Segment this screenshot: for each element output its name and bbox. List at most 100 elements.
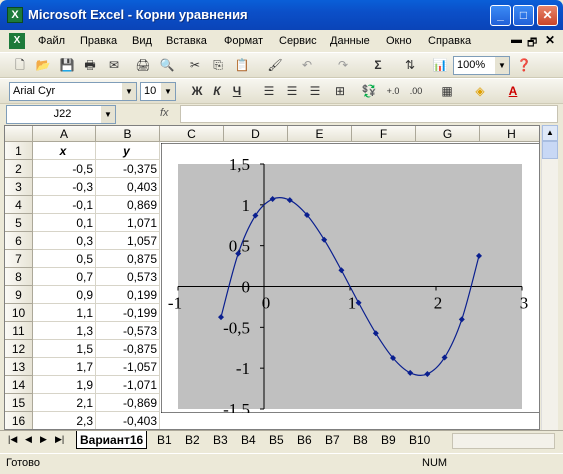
cell-y[interactable]: -1,071: [96, 376, 160, 394]
row-header[interactable]: 13: [5, 358, 33, 376]
horizontal-scrollbar[interactable]: [452, 433, 555, 449]
row-header[interactable]: 12: [5, 340, 33, 358]
print-preview-icon[interactable]: 🔍: [157, 55, 177, 75]
zoom-combo[interactable]: 100% ▼: [453, 56, 510, 75]
select-all-corner[interactable]: [5, 126, 33, 142]
scroll-thumb[interactable]: [542, 141, 558, 159]
header-y[interactable]: y: [96, 142, 160, 160]
fx-icon[interactable]: fx: [160, 107, 169, 119]
header-x[interactable]: x: [33, 142, 96, 160]
cell-y[interactable]: -0,573: [96, 322, 160, 340]
chevron-down-icon[interactable]: ▼: [122, 83, 136, 100]
chevron-down-icon[interactable]: ▼: [101, 106, 115, 123]
cell-x[interactable]: -0,3: [33, 178, 96, 196]
align-center-icon[interactable]: ☰: [282, 81, 302, 101]
cell-y[interactable]: 0,573: [96, 268, 160, 286]
cell-y[interactable]: -0,869: [96, 394, 160, 412]
menu-data[interactable]: Данные: [330, 35, 370, 47]
menu-view[interactable]: Вид: [132, 35, 152, 47]
cell-y[interactable]: 0,869: [96, 196, 160, 214]
cell-x[interactable]: 0,5: [33, 250, 96, 268]
bold-button[interactable]: Ж: [187, 81, 207, 101]
cell-x[interactable]: 1,1: [33, 304, 96, 322]
tab-next-icon[interactable]: ▶: [40, 434, 47, 445]
cell-y[interactable]: -1,057: [96, 358, 160, 376]
undo-icon[interactable]: ↶: [297, 55, 317, 75]
autosum-icon[interactable]: Σ: [368, 55, 388, 75]
cell-x[interactable]: 1,5: [33, 340, 96, 358]
column-header-a[interactable]: A: [33, 126, 96, 142]
cell-x[interactable]: 0,3: [33, 232, 96, 250]
underline-button[interactable]: Ч: [227, 81, 247, 101]
row-header[interactable]: 3: [5, 178, 33, 196]
row-header[interactable]: 7: [5, 250, 33, 268]
cell-x[interactable]: 2,3: [33, 412, 96, 429]
new-icon[interactable]: 🗋: [10, 55, 30, 75]
column-header-e[interactable]: E: [288, 126, 352, 142]
merge-center-icon[interactable]: ⊞: [330, 81, 350, 101]
row-header[interactable]: 15: [5, 394, 33, 412]
row-header[interactable]: 9: [5, 286, 33, 304]
email-icon[interactable]: ✉: [104, 55, 124, 75]
menu-file[interactable]: Файл: [38, 35, 65, 47]
borders-icon[interactable]: ▦: [437, 81, 457, 101]
align-right-icon[interactable]: ☰: [305, 81, 325, 101]
font-size-combo[interactable]: 10 ▼: [140, 82, 176, 101]
cell-y[interactable]: -0,199: [96, 304, 160, 322]
maximize-button[interactable]: □: [513, 5, 534, 26]
cell-x[interactable]: 0,7: [33, 268, 96, 286]
doc-minimize-icon[interactable]: ▬: [511, 34, 522, 46]
open-icon[interactable]: 📂: [33, 55, 53, 75]
column-header-d[interactable]: D: [224, 126, 288, 142]
cell-x[interactable]: 0,1: [33, 214, 96, 232]
cell-y[interactable]: -0,375: [96, 160, 160, 178]
vertical-scrollbar[interactable]: ▲: [541, 125, 558, 430]
menu-help[interactable]: Справка: [428, 35, 471, 47]
row-header[interactable]: 4: [5, 196, 33, 214]
row-header[interactable]: 11: [5, 322, 33, 340]
italic-button[interactable]: К: [207, 81, 227, 101]
worksheet-grid[interactable]: A B C D E F G H 1 x y 2 -0,5 -0,375 3 -0,3 0,403…: [4, 125, 540, 430]
doc-close-icon[interactable]: ✕: [545, 33, 555, 47]
column-header-f[interactable]: F: [352, 126, 416, 142]
chart-wizard-icon[interactable]: 📊: [430, 55, 450, 75]
sheet-tab-b8[interactable]: B8: [350, 431, 371, 449]
sheet-tab-b4[interactable]: B4: [238, 431, 259, 449]
cell-x[interactable]: 0,9: [33, 286, 96, 304]
workbook-icon[interactable]: X: [9, 33, 25, 49]
cell-x[interactable]: -0,1: [33, 196, 96, 214]
sheet-tab-b2[interactable]: B2: [182, 431, 203, 449]
save-icon[interactable]: 💾: [57, 55, 77, 75]
sheet-tab-b9[interactable]: B9: [378, 431, 399, 449]
cell-x[interactable]: 1,7: [33, 358, 96, 376]
row-header[interactable]: 1: [5, 142, 33, 160]
cell-x[interactable]: -0,5: [33, 160, 96, 178]
cell-y[interactable]: 0,199: [96, 286, 160, 304]
font-name-combo[interactable]: Arial Cyr ▼: [9, 82, 137, 101]
column-header-h[interactable]: H: [480, 126, 539, 142]
chevron-down-icon[interactable]: ▼: [161, 83, 175, 100]
cell-x[interactable]: 1,9: [33, 376, 96, 394]
cell-x[interactable]: 2,1: [33, 394, 96, 412]
sheet-tab-b1[interactable]: B1: [154, 431, 175, 449]
cell-y[interactable]: 0,875: [96, 250, 160, 268]
cell-y[interactable]: -0,875: [96, 340, 160, 358]
cell-x[interactable]: 1,3: [33, 322, 96, 340]
tab-prev-icon[interactable]: ◀: [25, 434, 32, 445]
tab-last-icon[interactable]: ▶|: [55, 434, 64, 445]
menu-edit[interactable]: Правка: [80, 35, 117, 47]
cell-y[interactable]: 1,071: [96, 214, 160, 232]
row-header[interactable]: 14: [5, 376, 33, 394]
sheet-tab-b5[interactable]: B5: [266, 431, 287, 449]
sort-icon[interactable]: ⇅: [400, 55, 420, 75]
cell-y[interactable]: 1,057: [96, 232, 160, 250]
currency-icon[interactable]: 💱: [359, 81, 379, 101]
copy-icon[interactable]: ⎘: [208, 55, 228, 75]
name-box[interactable]: J22 ▼: [6, 105, 116, 124]
menu-tools[interactable]: Сервис: [279, 35, 317, 47]
sheet-tab-b3[interactable]: B3: [210, 431, 231, 449]
cut-icon[interactable]: ✂: [185, 55, 205, 75]
tab-first-icon[interactable]: |◀: [8, 434, 17, 445]
permission-icon[interactable]: 🖶: [80, 55, 100, 75]
formula-input[interactable]: [180, 105, 558, 123]
